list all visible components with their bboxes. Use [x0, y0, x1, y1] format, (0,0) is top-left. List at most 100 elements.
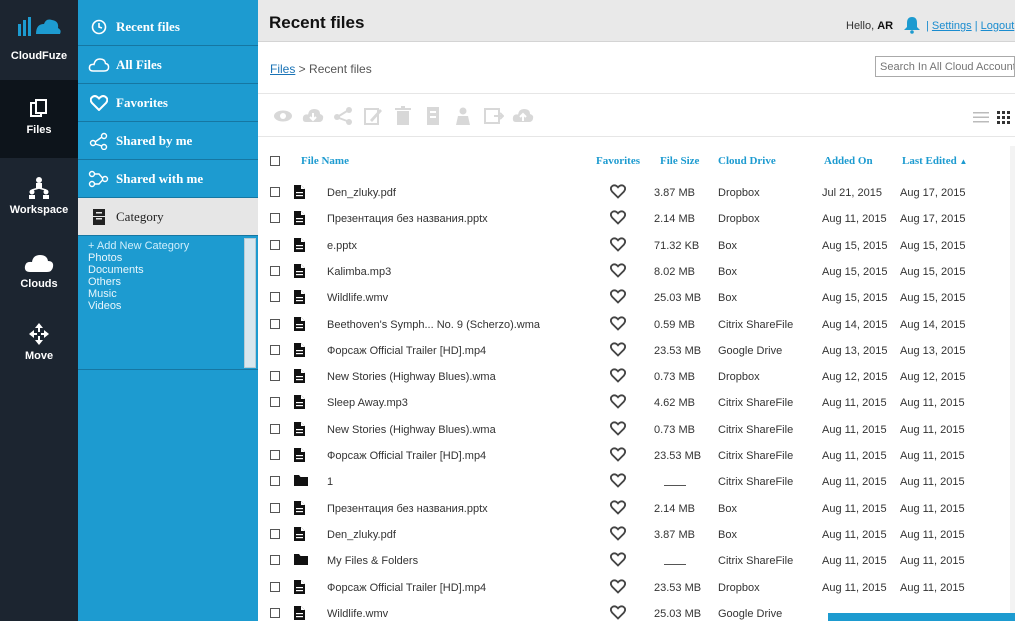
file-name[interactable]: 1	[327, 476, 333, 488]
file-name[interactable]: Den_zluky.pdf	[327, 187, 396, 199]
list-view-icon[interactable]	[972, 110, 990, 124]
file-name[interactable]: Презентация без названия.pptx	[327, 213, 488, 225]
row-checkbox[interactable]	[270, 319, 280, 329]
category-item[interactable]: Photos	[78, 252, 258, 264]
favorite-heart-icon[interactable]	[610, 316, 626, 331]
favorite-heart-icon[interactable]	[610, 500, 626, 515]
preview-icon[interactable]	[272, 106, 294, 126]
file-name[interactable]: Форсаж Official Trailer [HD].mp4	[327, 450, 486, 462]
row-checkbox[interactable]	[270, 266, 280, 276]
notification-bell-icon[interactable]	[902, 16, 922, 34]
favorite-heart-icon[interactable]	[610, 184, 626, 199]
file-name[interactable]: Den_zluky.pdf	[327, 529, 396, 541]
column-last-edited[interactable]: Last Edited ▲	[902, 155, 967, 167]
brand[interactable]: CloudFuze	[0, 0, 78, 80]
category-scrollbar[interactable]	[244, 238, 256, 368]
upload-icon[interactable]	[512, 106, 534, 126]
table-row[interactable]: New Stories (Highway Blues).wma 0.73 MB Dr…	[258, 363, 1015, 389]
table-row[interactable]: e.pptx 71.32 KB Box Aug 15, 2015 Aug 15, 201…	[258, 232, 1015, 258]
favorite-heart-icon[interactable]	[610, 289, 626, 304]
download-icon[interactable]	[302, 106, 324, 126]
delete-icon[interactable]	[392, 106, 414, 126]
row-checkbox[interactable]	[270, 450, 280, 460]
sidebar-item-all-files[interactable]: All Files	[78, 46, 258, 84]
move-icon[interactable]	[482, 106, 504, 126]
table-row[interactable]: Sleep Away.mp3 4.62 MB Citrix ShareFile Aug…	[258, 389, 1015, 415]
sidebar-item-shared-with-me[interactable]: Shared with me	[78, 160, 258, 198]
favorite-heart-icon[interactable]	[610, 605, 626, 620]
table-row[interactable]: Kalimba.mp3 8.02 MB Box Aug 15, 2015 Aug 15,…	[258, 258, 1015, 284]
row-checkbox[interactable]	[270, 213, 280, 223]
row-checkbox[interactable]	[270, 345, 280, 355]
favorite-heart-icon[interactable]	[610, 237, 626, 252]
rail-item-files[interactable]: Files	[0, 80, 78, 158]
table-row[interactable]: Wildlife.wmv 25.03 MB Box Aug 15, 2015 Aug 1…	[258, 284, 1015, 310]
file-name[interactable]: My Files & Folders	[327, 555, 418, 567]
rail-item-move[interactable]: Move	[0, 316, 78, 382]
user-icon[interactable]	[452, 106, 474, 126]
favorite-heart-icon[interactable]	[610, 342, 626, 357]
table-row[interactable]: Den_zluky.pdf 3.87 MB Dropbox Jul 21, 2015 A…	[258, 179, 1015, 205]
file-name[interactable]: Презентация без названия.pptx	[327, 503, 488, 515]
table-row[interactable]: My Files & Folders Citrix ShareFile Aug 11…	[258, 547, 1015, 573]
sidebar-item-favorites[interactable]: Favorites	[78, 84, 258, 122]
table-row[interactable]: Форсаж Official Trailer [HD].mp4 23.53 MB…	[258, 337, 1015, 363]
favorite-heart-icon[interactable]	[610, 210, 626, 225]
add-category-link[interactable]: + Add New Category	[78, 240, 258, 252]
category-item[interactable]: Others	[78, 276, 258, 288]
grid-view-icon[interactable]	[996, 110, 1012, 124]
favorite-heart-icon[interactable]	[610, 579, 626, 594]
table-row[interactable]: Форсаж Official Trailer [HD].mp4 23.53 MB…	[258, 442, 1015, 468]
sidebar-item-recent-files[interactable]: Recent files	[78, 8, 258, 46]
file-name[interactable]: Sleep Away.mp3	[327, 397, 408, 409]
table-row[interactable]: Beethoven's Symph... No. 9 (Scherzo).wma…	[258, 311, 1015, 337]
sidebar-item-category[interactable]: Category	[78, 198, 258, 236]
favorite-heart-icon[interactable]	[610, 552, 626, 567]
file-name[interactable]: Beethoven's Symph... No. 9 (Scherzo).wma	[327, 319, 540, 331]
favorite-heart-icon[interactable]	[610, 421, 626, 436]
column-added-on[interactable]: Added On	[824, 155, 873, 167]
file-name[interactable]: Форсаж Official Trailer [HD].mp4	[327, 582, 486, 594]
table-scrollbar[interactable]	[1010, 146, 1015, 621]
breadcrumb-files-link[interactable]: Files	[270, 62, 295, 76]
edit-icon[interactable]	[362, 106, 384, 126]
favorite-heart-icon[interactable]	[610, 263, 626, 278]
rail-item-workspace[interactable]: Workspace	[0, 160, 78, 236]
favorite-heart-icon[interactable]	[610, 526, 626, 541]
table-row[interactable]: Презентация без названия.pptx 2.14 MB Drop…	[258, 205, 1015, 231]
favorite-heart-icon[interactable]	[610, 368, 626, 383]
row-checkbox[interactable]	[270, 240, 280, 250]
file-name[interactable]: Форсаж Official Trailer [HD].mp4	[327, 345, 486, 357]
row-checkbox[interactable]	[270, 397, 280, 407]
file-name[interactable]: New Stories (Highway Blues).wma	[327, 424, 496, 436]
category-item[interactable]: Music	[78, 288, 258, 300]
share-icon[interactable]	[332, 106, 354, 126]
column-cloud-drive[interactable]: Cloud Drive	[718, 155, 776, 167]
favorite-heart-icon[interactable]	[610, 473, 626, 488]
row-checkbox[interactable]	[270, 424, 280, 434]
row-checkbox[interactable]	[270, 555, 280, 565]
table-row[interactable]: Den_zluky.pdf 3.87 MB Box Aug 11, 2015 Aug 1…	[258, 521, 1015, 547]
row-checkbox[interactable]	[270, 371, 280, 381]
file-name[interactable]: Kalimba.mp3	[327, 266, 391, 278]
sidebar-item-shared-by-me[interactable]: Shared by me	[78, 122, 258, 160]
column-favorites[interactable]: Favorites	[596, 155, 640, 167]
select-all-checkbox[interactable]	[270, 156, 280, 166]
row-checkbox[interactable]	[270, 187, 280, 197]
row-checkbox[interactable]	[270, 529, 280, 539]
row-checkbox[interactable]	[270, 476, 280, 486]
settings-link[interactable]: Settings	[932, 20, 972, 32]
row-checkbox[interactable]	[270, 582, 280, 592]
rail-item-clouds[interactable]: Clouds	[0, 238, 78, 314]
copy-icon[interactable]	[422, 106, 444, 126]
category-item[interactable]: Videos	[78, 300, 258, 312]
favorite-heart-icon[interactable]	[610, 447, 626, 462]
file-name[interactable]: New Stories (Highway Blues).wma	[327, 371, 496, 383]
row-checkbox[interactable]	[270, 503, 280, 513]
table-row[interactable]: New Stories (Highway Blues).wma 0.73 MB Ci…	[258, 416, 1015, 442]
table-row[interactable]: Форсаж Official Trailer [HD].mp4 23.53 MB…	[258, 574, 1015, 600]
table-row[interactable]: 1 Citrix ShareFile Aug 11, 2015 Aug 11, 201…	[258, 468, 1015, 494]
column-file-size[interactable]: File Size	[660, 155, 699, 167]
logout-link[interactable]: Logout	[981, 20, 1015, 32]
row-checkbox[interactable]	[270, 608, 280, 618]
